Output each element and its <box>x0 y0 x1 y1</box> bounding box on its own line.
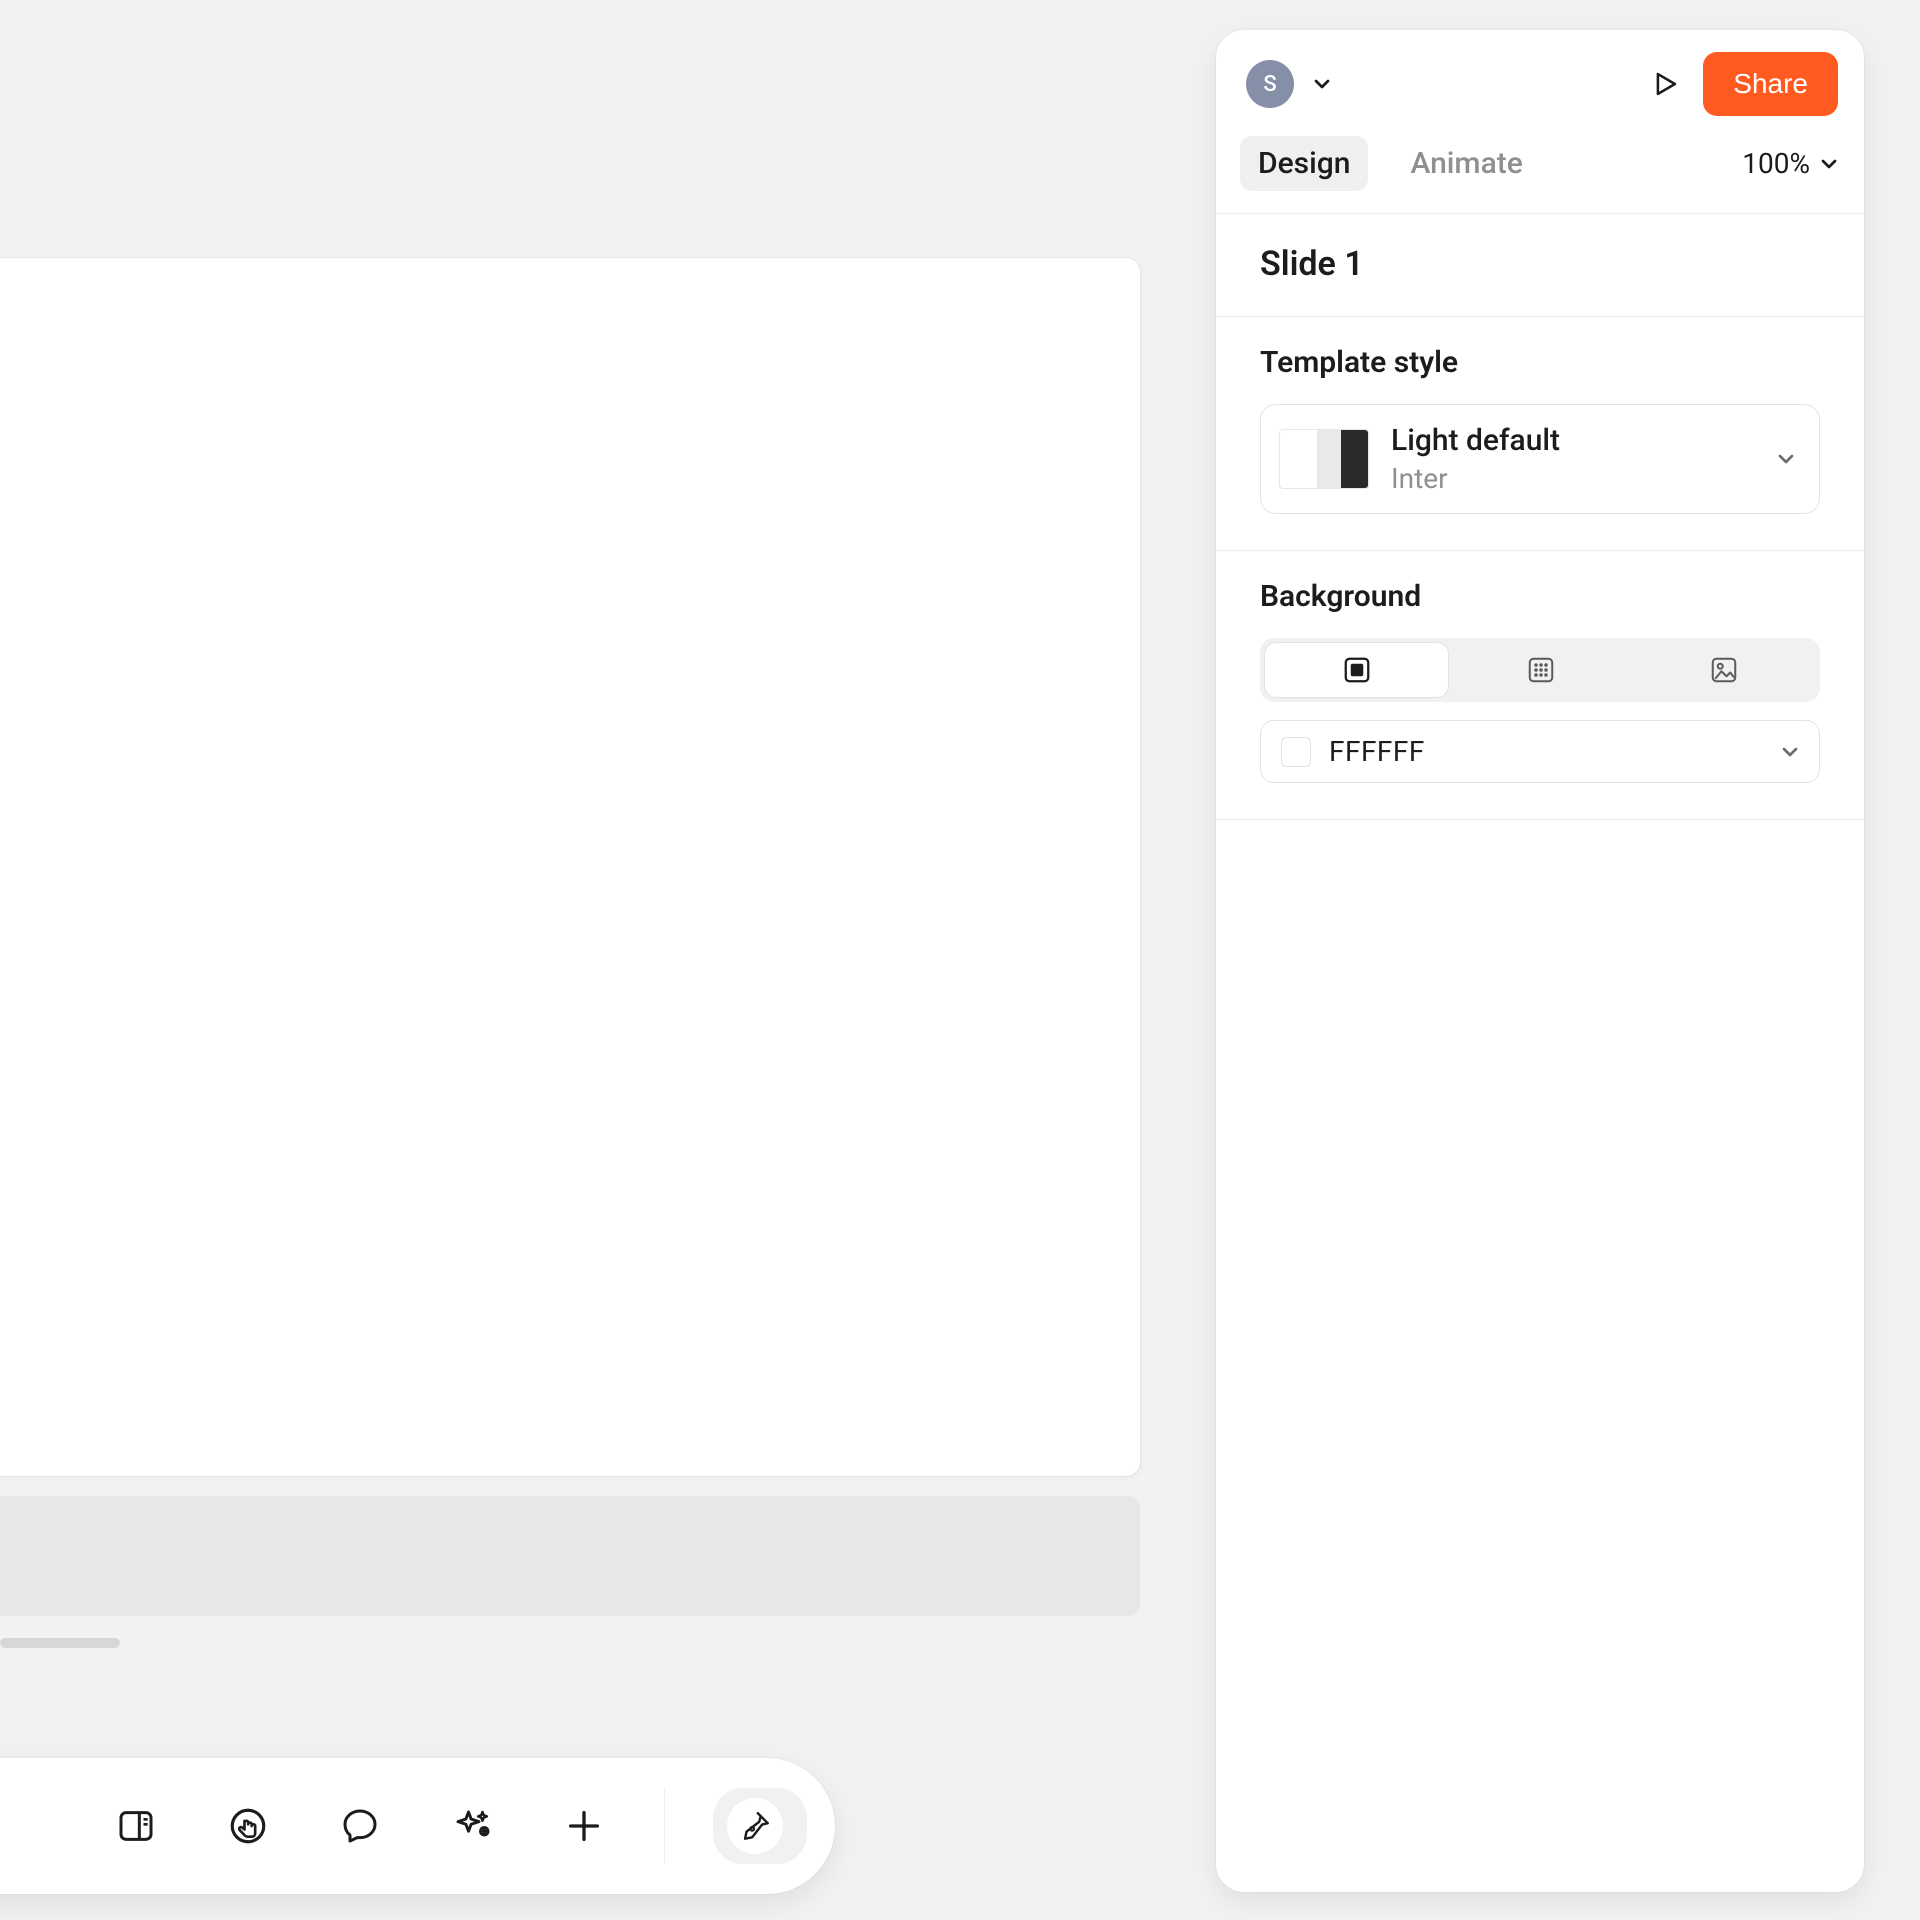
template-section: Template style Light default Inter <box>1216 317 1864 550</box>
panel-header: S Share <box>1216 30 1864 132</box>
template-style-picker[interactable]: Light default Inter <box>1260 404 1820 514</box>
background-color-picker[interactable]: FFFFFF <box>1260 720 1820 783</box>
tool-pen[interactable] <box>727 1798 783 1854</box>
plus-icon <box>564 1806 604 1846</box>
horizontal-scroll-handle[interactable] <box>0 1638 120 1648</box>
tool-ai-sparkle[interactable] <box>440 1794 504 1858</box>
tool-add[interactable] <box>552 1794 616 1858</box>
square-fill-icon <box>1342 655 1372 685</box>
share-button[interactable]: Share <box>1703 52 1838 116</box>
hand-tap-icon <box>227 1805 269 1847</box>
chevron-down-icon <box>1777 450 1795 468</box>
panel-icon <box>116 1806 156 1846</box>
chevron-down-icon <box>1313 75 1331 93</box>
pattern-dots-icon <box>1526 655 1556 685</box>
chevron-down-icon <box>1820 155 1838 173</box>
tool-pen-group[interactable] <box>713 1788 807 1864</box>
avatar-menu-caret[interactable] <box>1310 72 1334 96</box>
slide-title-row: Slide 1 <box>1216 214 1864 316</box>
share-button-label: Share <box>1733 68 1808 99</box>
template-picker-caret <box>1777 450 1795 468</box>
background-section: Background <box>1216 551 1864 819</box>
tool-hand[interactable] <box>216 1794 280 1858</box>
image-icon <box>1709 655 1739 685</box>
present-button[interactable] <box>1643 62 1687 106</box>
chat-bubble-icon <box>340 1806 380 1846</box>
background-color-caret <box>1781 743 1799 761</box>
zoom-dropdown[interactable]: 100% <box>1742 147 1838 180</box>
template-font: Inter <box>1391 462 1755 495</box>
zoom-value: 100% <box>1742 147 1810 180</box>
avatar-initial: S <box>1263 72 1276 97</box>
sparkle-icon <box>451 1805 493 1847</box>
template-swatch-preview <box>1279 429 1369 489</box>
play-icon <box>1648 67 1682 101</box>
background-tab-solid[interactable] <box>1264 642 1449 698</box>
template-name: Light default <box>1391 423 1755 458</box>
template-section-label: Template style <box>1260 345 1820 380</box>
slide-canvas[interactable] <box>0 258 1140 1476</box>
toolbar-separator <box>664 1789 665 1863</box>
tool-comment[interactable] <box>328 1794 392 1858</box>
background-tab-pattern[interactable] <box>1449 642 1632 698</box>
chevron-down-icon <box>1781 743 1799 761</box>
properties-panel: S Share Design Animate 100% Sli <box>1216 30 1864 1892</box>
background-tab-image[interactable] <box>1633 642 1816 698</box>
pen-nib-icon <box>738 1809 772 1843</box>
background-color-swatch <box>1281 737 1311 767</box>
template-texts: Light default Inter <box>1391 423 1755 495</box>
tab-design[interactable]: Design <box>1240 136 1368 191</box>
tab-animate[interactable]: Animate <box>1392 136 1540 191</box>
tab-design-label: Design <box>1258 146 1350 181</box>
background-type-tabs <box>1260 638 1820 702</box>
user-avatar[interactable]: S <box>1246 60 1294 108</box>
slide-notes-area[interactable] <box>0 1496 1140 1616</box>
background-section-label: Background <box>1260 579 1820 614</box>
slide-title: Slide 1 <box>1260 244 1820 284</box>
tool-panel-toggle[interactable] <box>104 1794 168 1858</box>
divider <box>1216 819 1864 820</box>
tab-animate-label: Animate <box>1410 146 1522 181</box>
bottom-toolbar <box>0 1758 835 1894</box>
panel-tabs: Design Animate 100% <box>1216 132 1864 213</box>
background-color-value: FFFFFF <box>1329 735 1763 768</box>
